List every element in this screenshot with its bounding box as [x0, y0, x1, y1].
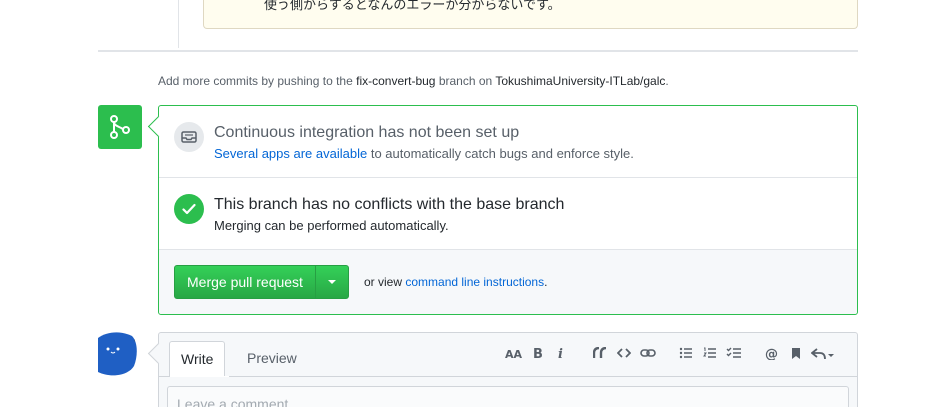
ci-title: Continuous integration has not been set …: [214, 124, 520, 141]
merge-button-group: Merge pull request: [174, 265, 349, 299]
comment-placeholder: Leave a comment: [177, 396, 289, 407]
markdown-toolbar: AA B i @: [504, 345, 840, 361]
svg-text:ꜝ: ꜝ: [134, 339, 136, 346]
mention-icon[interactable]: @: [762, 345, 782, 361]
ci-status-section: Continuous integration has not been set …: [159, 106, 857, 178]
push-hint: Add more commits by pushing to the fix-c…: [158, 74, 669, 88]
quote-icon[interactable]: [590, 345, 610, 361]
conflicts-subtitle: Merging can be performed automatically.: [214, 218, 449, 233]
merge-pull-request-button[interactable]: Merge pull request: [175, 266, 315, 298]
italic-icon[interactable]: i: [552, 345, 572, 361]
code-icon[interactable]: [614, 345, 634, 361]
svg-text:i: i: [558, 347, 563, 359]
check-icon: [174, 194, 204, 224]
svg-text:B: B: [533, 347, 543, 359]
repo-name: TokushimaUniversity-ITLab/galc: [495, 74, 666, 88]
tab-preview[interactable]: Preview: [236, 341, 308, 377]
svg-text:AA: AA: [505, 348, 523, 359]
header-icon[interactable]: AA: [504, 345, 524, 361]
numbered-list-icon[interactable]: [700, 345, 720, 361]
merge-box: Continuous integration has not been set …: [158, 105, 858, 315]
merge-options-dropdown[interactable]: [314, 266, 348, 298]
git-merge-icon: [98, 105, 142, 149]
previous-comment: 使う側からするとなんのエラーか分からないです。: [203, 0, 858, 29]
comment-editor: Write Preview AA B i @ Leave a comment: [158, 332, 858, 407]
bulleted-list-icon[interactable]: [676, 345, 696, 361]
link-icon[interactable]: [638, 345, 658, 361]
task-list-icon[interactable]: [724, 345, 744, 361]
previous-comment-text: 使う側からするとなんのエラーか分からないです。: [264, 0, 561, 12]
ci-subtitle: Several apps are available to automatica…: [214, 146, 634, 161]
caret-down-icon: [327, 280, 336, 284]
conflicts-title: This branch has no conflicts with the ba…: [214, 196, 565, 213]
conflicts-section: This branch has no conflicts with the ba…: [159, 178, 857, 250]
apps-available-link[interactable]: Several apps are available: [214, 146, 367, 161]
timeline-line: [178, 0, 179, 48]
branch-name: fix-convert-bug: [356, 74, 436, 88]
bold-icon[interactable]: B: [528, 345, 548, 361]
comment-textarea[interactable]: Leave a comment: [167, 386, 849, 407]
avatar[interactable]: ꜝ: [98, 332, 142, 376]
ci-icon: [174, 122, 204, 152]
svg-text:@: @: [765, 347, 778, 360]
or-view-text: or view command line instructions.: [364, 275, 548, 289]
timeline-divider: [98, 50, 858, 52]
command-line-instructions-link[interactable]: command line instructions: [405, 275, 544, 289]
reference-icon[interactable]: [786, 345, 806, 361]
tab-write[interactable]: Write: [169, 341, 226, 377]
reply-icon[interactable]: [810, 345, 836, 361]
merge-action-section: Merge pull request or view command line …: [159, 250, 857, 314]
